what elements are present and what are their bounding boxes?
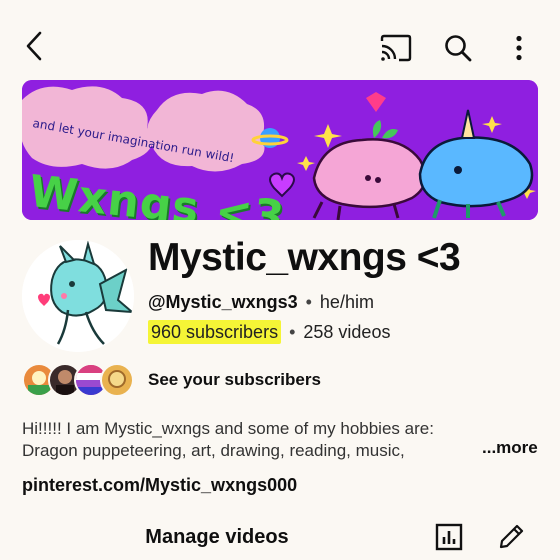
edit-pencil-icon[interactable]	[494, 520, 528, 554]
channel-link[interactable]: pinterest.com/Mystic_wxngs000	[22, 475, 297, 496]
separator-dot: •	[305, 292, 312, 312]
subscriber-count: 960 subscribers	[148, 320, 282, 344]
more-vert-icon[interactable]	[504, 28, 534, 68]
channel-stats-line: 960 subscribers • 258 videos	[148, 320, 391, 344]
more-button[interactable]: ...more	[468, 438, 538, 458]
search-icon[interactable]	[438, 28, 478, 68]
channel-meta-line: @Mystic_wxngs3 • he/him	[148, 292, 374, 313]
back-arrow-icon[interactable]	[18, 28, 50, 64]
channel-description[interactable]: Hi!!!!! I am Mystic_wxngs and some of my…	[22, 418, 542, 462]
separator-dot: •	[289, 322, 296, 342]
see-subscribers-row[interactable]: See your subscribers	[22, 362, 321, 398]
channel-handle: @Mystic_wxngs3	[148, 292, 298, 312]
analytics-icon[interactable]	[432, 520, 466, 554]
description-line: Dragon puppeteering, art, drawing, readi…	[22, 441, 405, 460]
channel-avatar[interactable]	[22, 240, 134, 352]
manage-videos-button[interactable]: Manage videos	[22, 514, 412, 560]
subscriber-avatar	[100, 363, 134, 397]
channel-pronouns: he/him	[319, 292, 374, 312]
see-subscribers-link[interactable]: See your subscribers	[148, 370, 321, 390]
channel-name: Mystic_wxngs <3	[148, 236, 461, 279]
cast-icon[interactable]	[376, 30, 416, 66]
description-line: Hi!!!!! I am Mystic_wxngs and some of my…	[22, 419, 434, 438]
video-count: 258 videos	[303, 322, 391, 342]
channel-banner: and let your imagination run wild! Wxngs…	[22, 80, 538, 220]
